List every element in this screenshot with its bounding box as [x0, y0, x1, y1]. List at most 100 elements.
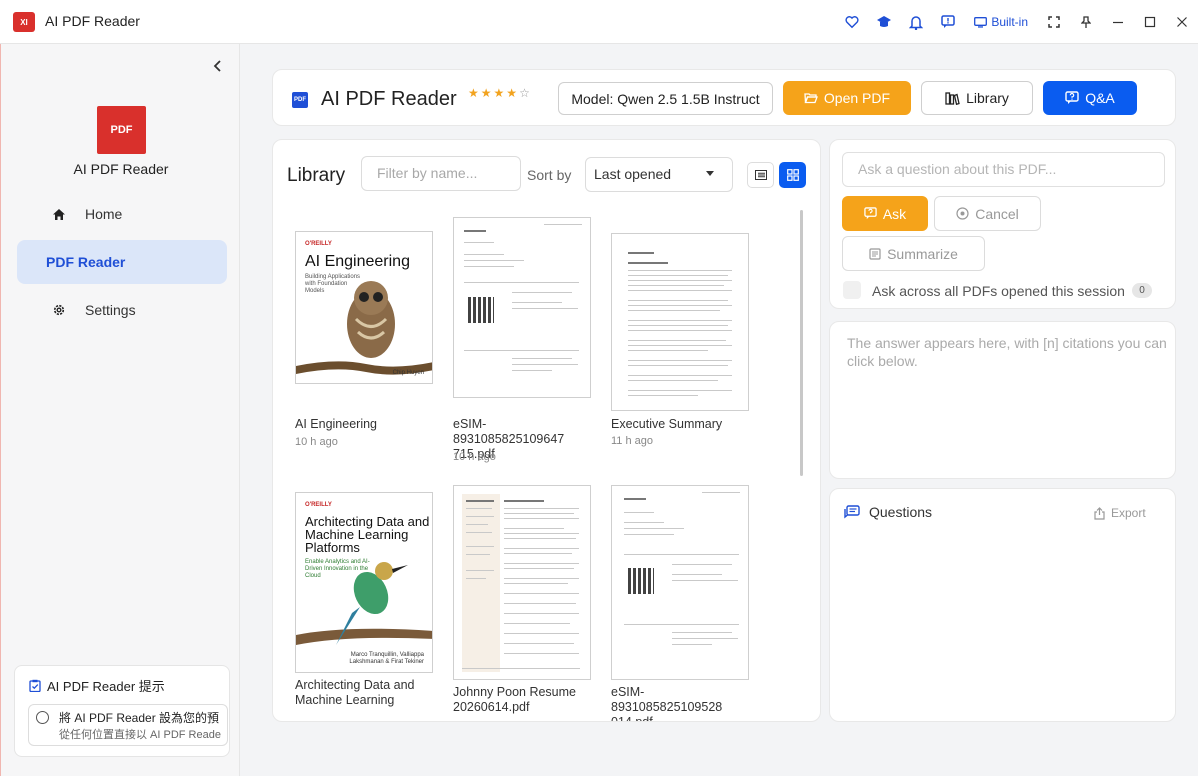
sidebar: PDF AI PDF Reader Home PDF Reader Settin…	[0, 44, 240, 776]
owl-illustration	[296, 281, 432, 375]
library-scrollbar[interactable]	[800, 210, 803, 476]
book-cover: O'REILLY Architecting Data and Machine L…	[296, 493, 432, 672]
sidebar-item-label: Home	[85, 206, 123, 222]
qa-button[interactable]: Q&A	[1043, 81, 1137, 115]
header-card: PDF AI PDF Reader ★★★★☆ Model: Qwen 2.5 …	[272, 69, 1176, 126]
list-view-button[interactable]	[747, 162, 774, 188]
app-logo-icon: XI	[13, 12, 35, 32]
library-icon	[945, 91, 960, 105]
minimize-button[interactable]	[1102, 0, 1134, 44]
pdf-thumbnail[interactable]: O'REILLY Architecting Data and Machine L…	[295, 492, 433, 673]
sidebar-item-settings[interactable]: Settings	[17, 288, 227, 332]
filter-input[interactable]: Filter by name...	[361, 156, 521, 191]
rating-stars[interactable]: ★★★★☆	[468, 86, 532, 100]
maximize-button[interactable]	[1134, 0, 1166, 44]
model-selector-button[interactable]: Model: Qwen 2.5 1.5B Instruct	[558, 82, 773, 115]
open-pdf-button[interactable]: Open PDF	[783, 81, 911, 115]
grid-icon	[786, 169, 799, 181]
pdf-thumbnail[interactable]	[611, 233, 749, 411]
pdf-thumbnail[interactable]	[453, 485, 591, 680]
export-icon	[1094, 506, 1105, 520]
grid-view-button[interactable]	[779, 162, 806, 188]
pdf-name: AI Engineering	[295, 417, 378, 431]
star-icon[interactable]: ★	[506, 86, 519, 100]
sidebar-item-label: Settings	[85, 302, 136, 318]
cover-title: AI Engineering	[305, 253, 410, 270]
question-input[interactable]: Ask a question about this PDF...	[842, 152, 1165, 187]
pdf-thumbnail[interactable]: O'REILLY AI Engineering Building Applica…	[295, 231, 433, 384]
chat-question-icon	[1065, 91, 1079, 104]
app-logo: PDF	[97, 106, 146, 154]
library-title: Library	[287, 165, 346, 186]
answer-placeholder: The answer appears here, with [n] citati…	[847, 335, 1167, 369]
library-label: Library	[966, 90, 1009, 106]
pdf-time: 11 h ago	[611, 435, 654, 447]
questions-panel: Questions Export	[829, 488, 1176, 722]
book-cover: O'REILLY AI Engineering Building Applica…	[296, 232, 432, 383]
home-icon	[39, 208, 79, 221]
pdf-time: 10 h ago	[295, 436, 338, 448]
chevron-down-icon	[706, 171, 714, 176]
pdf-name: Architecting Data and Machine Learning	[295, 678, 415, 707]
sidebar-item-home[interactable]: Home	[17, 192, 227, 236]
feedback-icon[interactable]	[932, 0, 964, 44]
pdf-name: Johnny Poon Resume 20260614.pdf	[453, 685, 576, 714]
heart-icon[interactable]	[836, 0, 868, 44]
pdf-icon: PDF	[292, 92, 308, 108]
sort-value: Last opened	[594, 166, 672, 182]
builtin-label: Built-in	[991, 15, 1028, 29]
ask-across-label: Ask across all PDFs opened this session	[872, 283, 1125, 299]
sort-label: Sort by	[527, 167, 572, 183]
monitor-icon	[974, 16, 988, 28]
publisher-mark: O'REILLY	[305, 241, 332, 247]
ask-button[interactable]: Ask	[842, 196, 928, 231]
star-icon[interactable]: ★	[468, 86, 481, 100]
title-bar: XI AI PDF Reader Built-in	[0, 0, 1198, 44]
publisher-mark: O'REILLY	[305, 502, 332, 508]
list-icon	[754, 170, 767, 180]
cancel-button[interactable]: Cancel	[934, 196, 1041, 231]
library-panel: Library Filter by name... Sort by Last o…	[272, 139, 821, 722]
bell-icon[interactable]	[900, 0, 932, 44]
set-default-option[interactable]: 將 AI PDF Reader 設為您的預 從任何位置直接以 AI PDF Re…	[28, 704, 228, 746]
page-title: AI PDF Reader	[321, 88, 457, 110]
sidebar-app-name: AI PDF Reader	[73, 161, 169, 177]
ask-label: Ask	[882, 205, 907, 222]
library-button[interactable]: Library	[921, 81, 1033, 115]
graduation-cap-icon[interactable]	[868, 0, 900, 44]
export-label: Export	[1111, 506, 1146, 520]
cancel-label: Cancel	[975, 205, 1019, 222]
cover-author: Marco Tranquillin, Valliappa Lakshmanan …	[349, 652, 424, 665]
pdf-time: 10 h ago	[453, 451, 496, 463]
ask-panel: Ask a question about this PDF... Ask Can…	[829, 139, 1176, 309]
fullscreen-icon[interactable]	[1038, 0, 1070, 44]
sidebar-item-pdf-reader[interactable]: PDF Reader	[17, 240, 227, 284]
document-icon	[869, 247, 881, 260]
star-icon[interactable]: ★	[481, 86, 494, 100]
summarize-label: Summarize	[887, 245, 958, 262]
chat-question-icon	[864, 207, 877, 220]
default-app-tip: AI PDF Reader 提示 將 AI PDF Reader 設為您的預 從…	[14, 665, 230, 757]
pdf-name: eSIM-8931085825109528 014.pdf	[611, 685, 723, 722]
ask-across-checkbox[interactable]	[843, 281, 861, 299]
sort-select[interactable]: Last opened	[585, 157, 733, 192]
summarize-button[interactable]: Summarize	[842, 236, 985, 271]
tip-line-1: 將 AI PDF Reader 設為您的預	[59, 711, 220, 725]
window-title: AI PDF Reader	[45, 13, 140, 29]
tip-header: AI PDF Reader 提示	[29, 676, 165, 695]
set-default-radio[interactable]	[36, 711, 49, 724]
collapse-sidebar-button[interactable]	[208, 56, 228, 76]
pdf-thumbnail[interactable]	[453, 217, 591, 398]
questions-header: Questions	[844, 504, 932, 520]
sidebar-item-label: PDF Reader	[46, 254, 126, 270]
chat-list-icon	[844, 504, 860, 518]
builtin-model-indicator[interactable]: Built-in	[964, 0, 1038, 44]
questions-title: Questions	[869, 504, 933, 520]
pin-icon[interactable]	[1070, 0, 1102, 44]
stop-circle-icon	[956, 207, 969, 220]
pdf-thumbnail[interactable]	[611, 485, 749, 680]
export-button[interactable]: Export	[1094, 506, 1146, 520]
star-icon[interactable]: ★	[494, 86, 507, 100]
close-button[interactable]	[1166, 0, 1198, 44]
star-empty-icon[interactable]: ☆	[519, 86, 532, 100]
